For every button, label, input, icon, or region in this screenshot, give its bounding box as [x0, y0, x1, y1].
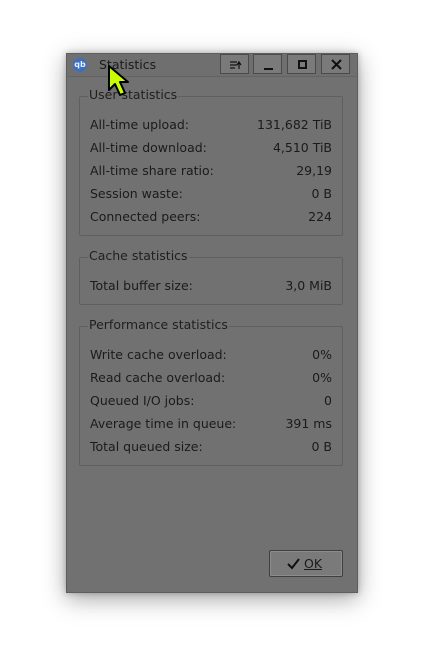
- ok-button[interactable]: OK: [269, 550, 343, 577]
- cache-statistics-title: Cache statistics: [88, 248, 189, 263]
- all-time-upload-label: All-time upload:: [90, 117, 190, 132]
- all-time-download-label: All-time download:: [90, 140, 207, 155]
- total-buffer-size-value: 3,0 MiB: [285, 278, 332, 293]
- maximize-button[interactable]: [287, 54, 316, 74]
- total-buffer-size-label: Total buffer size:: [90, 278, 193, 293]
- minimize-button[interactable]: [253, 54, 282, 74]
- connected-peers-value: 224: [308, 209, 332, 224]
- close-button[interactable]: [321, 54, 350, 74]
- average-time-in-queue-label: Average time in queue:: [90, 416, 237, 431]
- all-time-upload-value: 131,682 TiB: [257, 117, 332, 132]
- share-ratio-value: 29,19: [296, 163, 332, 178]
- session-waste-value: 0 B: [311, 186, 332, 201]
- user-statistics-title: User statistics: [88, 87, 179, 102]
- share-ratio-row: All-time share ratio: 29,19: [90, 163, 332, 181]
- session-waste-label: Session waste:: [90, 186, 183, 201]
- statistics-window: qb Statistics User statistics All-time u…: [66, 53, 358, 593]
- maximize-icon: [298, 60, 307, 69]
- total-queued-size-row: Total queued size: 0 B: [90, 439, 332, 457]
- connected-peers-row: Connected peers: 224: [90, 209, 332, 227]
- minimize-icon: [264, 68, 273, 70]
- read-cache-overload-row: Read cache overload: 0%: [90, 370, 332, 388]
- all-time-download-value: 4,510 TiB: [272, 140, 332, 155]
- mouse-cursor-icon: [108, 65, 129, 96]
- pin-menu-icon: [230, 60, 242, 69]
- cache-statistics-group: Cache statistics Total buffer size: 3,0 …: [79, 248, 343, 305]
- performance-statistics-title: Performance statistics: [88, 317, 229, 332]
- total-queued-size-value: 0 B: [311, 439, 332, 454]
- read-cache-overload-label: Read cache overload:: [90, 370, 226, 385]
- ok-button-label: OK: [304, 556, 323, 571]
- average-time-in-queue-row: Average time in queue: 391 ms: [90, 416, 332, 434]
- connected-peers-label: Connected peers:: [90, 209, 201, 224]
- close-icon: [331, 59, 342, 70]
- total-buffer-size-row: Total buffer size: 3,0 MiB: [90, 278, 332, 296]
- queued-io-jobs-value: 0: [324, 393, 332, 408]
- read-cache-overload-value: 0%: [312, 370, 332, 385]
- queued-io-jobs-label: Queued I/O jobs:: [90, 393, 195, 408]
- user-statistics-group: User statistics All-time upload: 131,682…: [79, 87, 343, 236]
- qbittorrent-icon[interactable]: qb: [73, 58, 87, 72]
- write-cache-overload-value: 0%: [312, 347, 332, 362]
- write-cache-overload-row: Write cache overload: 0%: [90, 347, 332, 365]
- share-ratio-label: All-time share ratio:: [90, 163, 214, 178]
- all-time-upload-row: All-time upload: 131,682 TiB: [90, 117, 332, 135]
- keep-above-button[interactable]: [220, 54, 249, 74]
- write-cache-overload-label: Write cache overload:: [90, 347, 227, 362]
- queued-io-jobs-row: Queued I/O jobs: 0: [90, 393, 332, 411]
- average-time-in-queue-value: 391 ms: [285, 416, 332, 431]
- checkmark-icon: [287, 558, 300, 570]
- session-waste-row: Session waste: 0 B: [90, 186, 332, 204]
- total-queued-size-label: Total queued size:: [90, 439, 203, 454]
- all-time-download-row: All-time download: 4,510 TiB: [90, 140, 332, 158]
- performance-statistics-group: Performance statistics Write cache overl…: [79, 317, 343, 466]
